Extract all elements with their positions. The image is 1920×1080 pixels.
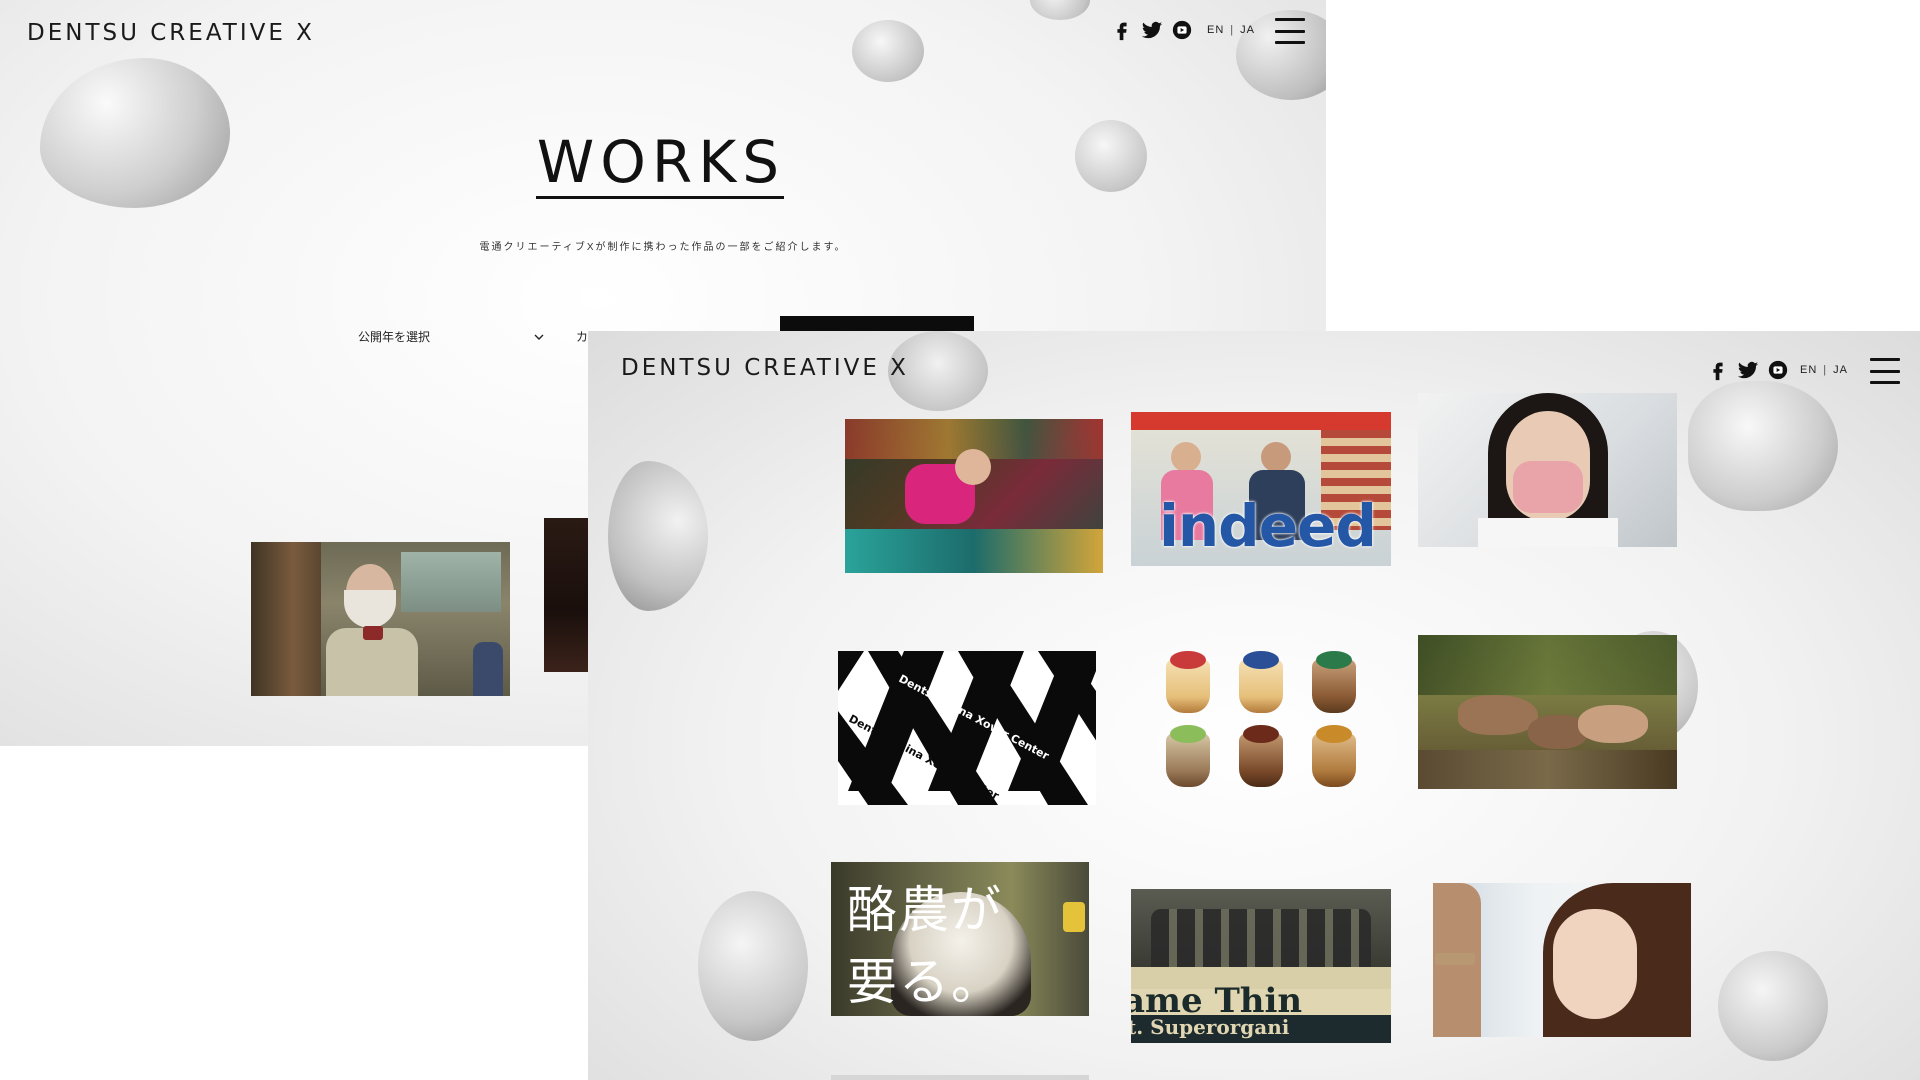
indeed-logo: indeed: [1159, 492, 1377, 560]
work-card[interactable]: [1418, 393, 1677, 547]
cxc-pattern: Dentsu China Xover Center Dentsu China X…: [838, 651, 1096, 805]
brand-logo[interactable]: DENTSU CREATIVE X: [621, 355, 909, 381]
twitter-icon[interactable]: [1140, 18, 1164, 42]
lang-separator: |: [1230, 24, 1235, 36]
category-filter-select[interactable]: カ: [576, 328, 588, 345]
social-links: [1110, 18, 1194, 42]
year-filter-label: 公開年を選択: [358, 330, 431, 344]
facebook-icon[interactable]: [1110, 18, 1134, 42]
decor-blob: [40, 58, 230, 208]
language-switcher: EN | JA: [1800, 364, 1848, 376]
language-switcher: EN | JA: [1207, 24, 1255, 36]
brand-logo[interactable]: DENTSU CREATIVE X: [27, 20, 315, 46]
work-card[interactable]: 酪農が 要る。: [831, 862, 1089, 1016]
hamburger-menu-icon[interactable]: [1275, 18, 1305, 44]
lang-ja-link[interactable]: JA: [1240, 24, 1255, 36]
decor-blob: [852, 20, 924, 82]
youtube-icon[interactable]: [1170, 18, 1194, 42]
rakuno-headline-2: 要る。: [847, 953, 1003, 1011]
chevron-down-icon: [534, 330, 544, 344]
decor-blob: [608, 461, 708, 611]
work-thumbnail[interactable]: [544, 518, 594, 672]
page-title: WORKS: [536, 128, 786, 196]
page-description: 電通クリエーティブXが制作に携わった作品の一部をご紹介します。: [479, 242, 847, 253]
work-card[interactable]: indeed: [1131, 412, 1391, 566]
rakuno-headline-1: 酪農が: [847, 881, 1003, 939]
decor-blob: [1688, 381, 1838, 511]
decor-blob: [1075, 120, 1147, 192]
title-underline: [536, 196, 784, 199]
work-card[interactable]: [845, 419, 1103, 573]
lang-en-link[interactable]: EN: [1800, 364, 1817, 376]
work-card[interactable]: [831, 1075, 1089, 1080]
social-links: [1706, 358, 1790, 382]
lang-separator: |: [1823, 364, 1828, 376]
work-card[interactable]: [1433, 883, 1691, 1037]
work-card[interactable]: [1418, 635, 1677, 789]
lang-ja-link[interactable]: JA: [1833, 364, 1848, 376]
facebook-icon[interactable]: [1706, 358, 1730, 382]
work-thumbnail[interactable]: [251, 542, 510, 696]
work-card[interactable]: [1131, 641, 1391, 801]
work-card[interactable]: Dentsu China Xover Center Dentsu China X…: [838, 651, 1096, 805]
decor-blob: [1030, 0, 1090, 20]
lang-en-link[interactable]: EN: [1207, 24, 1224, 36]
band-headline-2: t. Superorgani: [1131, 1015, 1290, 1039]
youtube-icon[interactable]: [1766, 358, 1790, 382]
year-filter-select[interactable]: 公開年を選択: [358, 328, 544, 345]
work-card[interactable]: ame Thin t. Superorgani: [1131, 889, 1391, 1043]
decor-blob: [1718, 951, 1828, 1061]
twitter-icon[interactable]: [1736, 358, 1760, 382]
filter-submit-button[interactable]: [780, 316, 974, 332]
works-page-window-front: DENTSU CREATIVE X EN | JA indeed Dentsu …: [588, 331, 1920, 1080]
hamburger-menu-icon[interactable]: [1870, 358, 1900, 384]
decor-blob: [698, 891, 808, 1041]
